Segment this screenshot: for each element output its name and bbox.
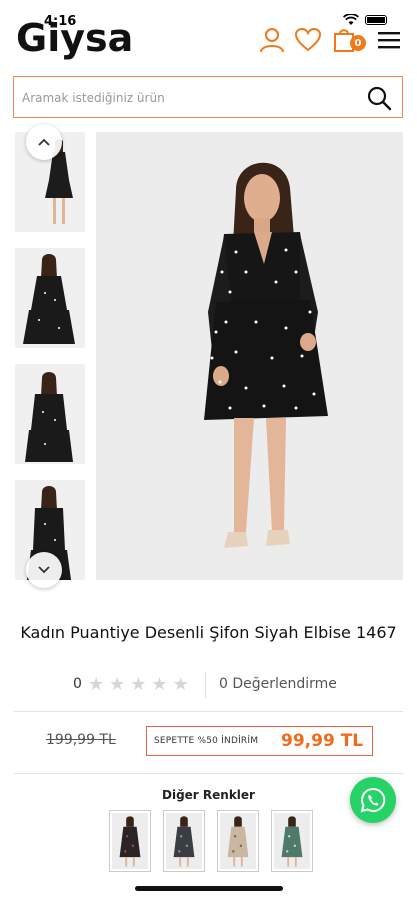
divider [14,773,403,774]
discounted-price: 99,99 TL [281,731,364,751]
color-swatch-beige-print[interactable] [217,810,259,872]
search-icon[interactable] [366,85,392,111]
divider [14,711,403,712]
main-product-image[interactable] [96,132,403,580]
heart-icon[interactable] [294,26,322,54]
chevron-down-icon [38,566,50,574]
star-icon: ★ [130,674,147,695]
review-count-link[interactable]: 0 Değerlendirme [219,676,337,692]
gallery-up-button[interactable] [26,124,62,160]
color-swatch-list [109,810,313,872]
promo-label: SEPETTE %50 İNDİRİM [154,736,259,746]
user-icon[interactable] [258,26,286,54]
logo[interactable]: Giysa [16,16,133,60]
rating-row: 0 ★ ★ ★ ★ ★ 0 Değerlendirme [0,672,417,698]
promo-price-box: SEPETTE %50 İNDİRİM 99,99 TL [146,726,373,756]
search-input[interactable] [22,87,362,109]
thumbnail-image[interactable] [15,364,85,464]
thumbnail-image[interactable] [15,248,85,348]
whatsapp-icon [360,787,386,813]
star-rating: ★ ★ ★ ★ ★ [88,676,189,694]
old-price: 199,99 TL [46,732,116,748]
gallery-down-button[interactable] [26,552,62,588]
star-icon: ★ [172,674,189,695]
hamburger-menu-icon[interactable] [377,29,401,51]
color-swatch-black-floral[interactable] [109,810,151,872]
color-swatch-green-print[interactable] [271,810,313,872]
home-indicator [135,886,283,891]
whatsapp-button[interactable] [350,777,396,823]
star-icon: ★ [151,674,168,695]
product-title: Kadın Puantiye Desenli Şifon Siyah Elbis… [20,623,397,642]
divider [205,672,206,698]
thumbnail-column [15,132,87,580]
header: Giysa 0 [0,14,417,64]
star-icon: ★ [109,674,126,695]
star-icon: ★ [88,674,105,695]
color-swatch-dark-print[interactable] [163,810,205,872]
rating-value: 0 [73,676,82,692]
chevron-up-icon [38,138,50,146]
cart-count-badge: 0 [350,35,366,51]
search-bar [13,76,403,118]
